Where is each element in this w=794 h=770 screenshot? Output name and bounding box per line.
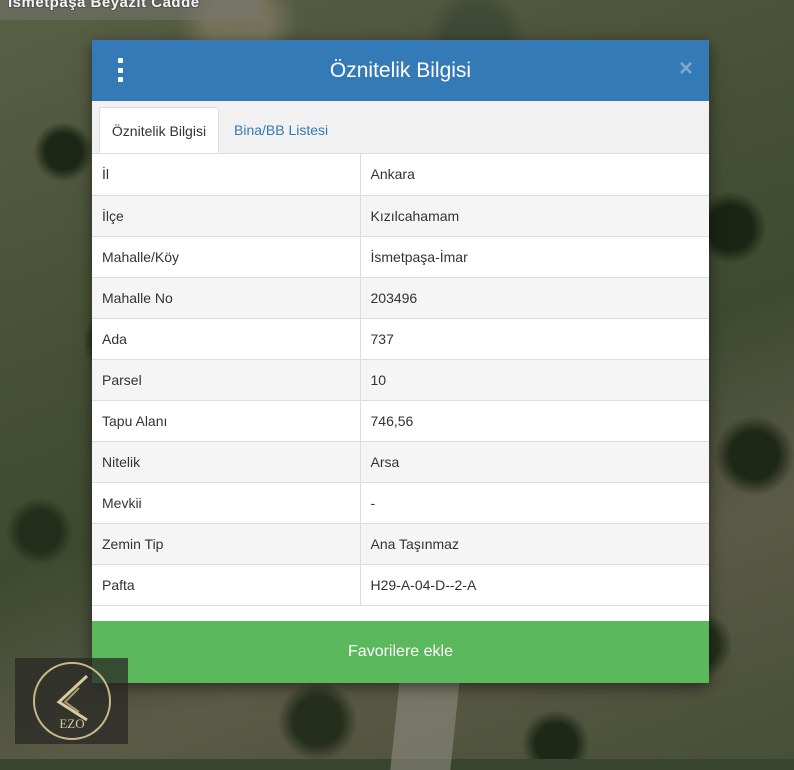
attribute-key: İlçe: [92, 195, 361, 237]
table-row: Pafta H29-A-04-D--2-A: [92, 564, 709, 606]
attribute-value: H29-A-04-D--2-A: [360, 564, 709, 606]
attribute-value: Kızılcahamam: [360, 195, 709, 237]
logo: EZO: [15, 658, 128, 744]
vertical-ellipsis-icon[interactable]: [114, 58, 126, 82]
attribute-value: 737: [360, 318, 709, 360]
attribute-key: Mahalle/Köy: [92, 236, 361, 278]
table-row: İlçe Kızılcahamam: [92, 195, 709, 237]
attribute-key: Pafta: [92, 564, 361, 606]
attribute-value: İsmetpaşa-İmar: [360, 236, 709, 278]
street-label: İsmetpaşa Beyazıt Cadde: [8, 0, 200, 11]
ezo-logo-icon: EZO: [32, 662, 111, 740]
table-row: Zemin Tip Ana Taşınmaz: [92, 523, 709, 565]
attribute-value: Ana Taşınmaz: [360, 523, 709, 565]
table-row: Ada 737: [92, 318, 709, 360]
attribute-value: 746,56: [360, 400, 709, 442]
attribute-key: Ada: [92, 318, 361, 360]
attribute-value: 203496: [360, 277, 709, 319]
attribute-key: Mahalle No: [92, 277, 361, 319]
tab-attribute-info[interactable]: Öznitelik Bilgisi: [99, 107, 219, 153]
attribute-key: İl: [92, 154, 361, 196]
table-row: Tapu Alanı 746,56: [92, 400, 709, 442]
table-row: Mahalle No 203496: [92, 277, 709, 319]
attribute-key: Tapu Alanı: [92, 400, 361, 442]
add-to-favorites-button[interactable]: Favorilere ekle: [92, 621, 709, 683]
attribute-value: Arsa: [360, 441, 709, 483]
attribute-value: 10: [360, 359, 709, 401]
svg-text:EZO: EZO: [59, 716, 84, 731]
attribute-value: -: [360, 482, 709, 524]
attribute-key: Zemin Tip: [92, 523, 361, 565]
table-row: Mevkii -: [92, 482, 709, 524]
table-row: İl Ankara: [92, 154, 709, 196]
attribute-key: Nitelik: [92, 441, 361, 483]
attribute-info-dialog: Öznitelik Bilgisi × Öznitelik Bilgisi Bi…: [92, 40, 709, 683]
tab-building-list[interactable]: Bina/BB Listesi: [224, 107, 338, 153]
dialog-header: Öznitelik Bilgisi ×: [92, 40, 709, 101]
table-row: Mahalle/Köy İsmetpaşa-İmar: [92, 236, 709, 278]
table-row: Nitelik Arsa: [92, 441, 709, 483]
table-row: Parsel 10: [92, 359, 709, 401]
attribute-value: Ankara: [360, 154, 709, 196]
close-icon[interactable]: ×: [679, 57, 693, 81]
dialog-title: Öznitelik Bilgisi: [329, 58, 472, 82]
map-road: [390, 680, 460, 770]
attribute-key: Parsel: [92, 359, 361, 401]
attribute-key: Mevkii: [92, 482, 361, 524]
tab-bar: Öznitelik Bilgisi Bina/BB Listesi: [92, 101, 709, 154]
attribute-table: İl Ankara İlçe Kızılcahamam Mahalle/Köy İsmet…: [92, 154, 709, 606]
